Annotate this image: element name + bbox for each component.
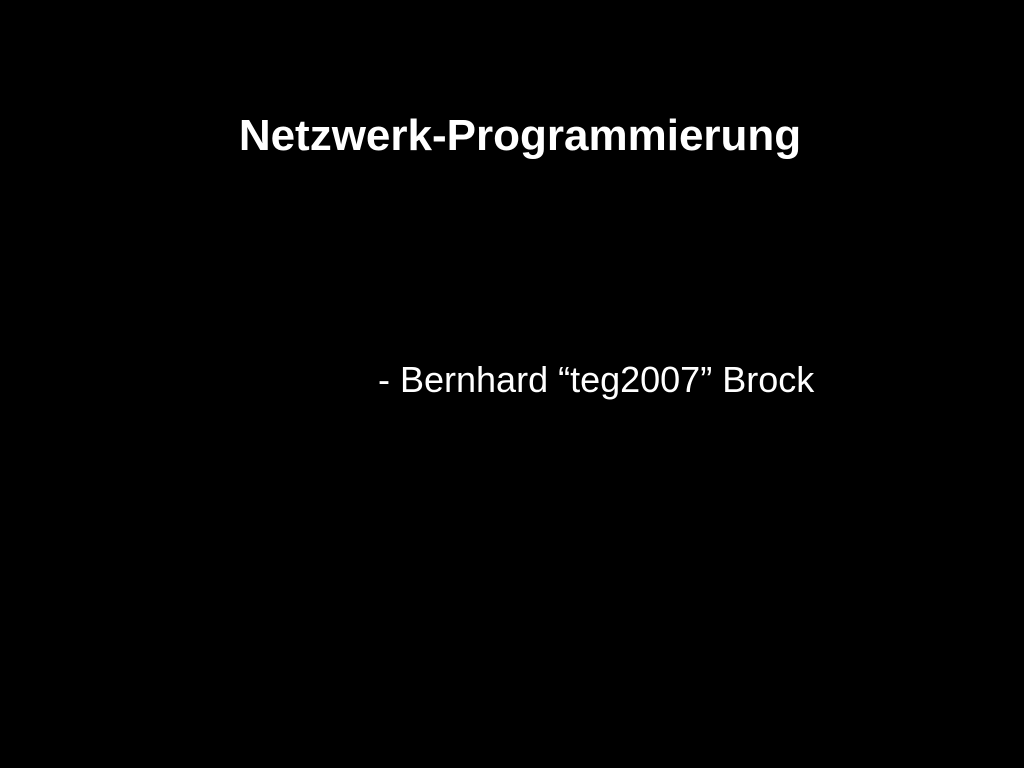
slide-author-subtitle: - Bernhard “teg2007” Brock xyxy=(378,359,815,400)
slide-title: Netzwerk-Programmierung xyxy=(238,111,802,160)
presentation-slide: Netzwerk-Programmierung - Bernhard “teg2… xyxy=(0,0,1024,768)
